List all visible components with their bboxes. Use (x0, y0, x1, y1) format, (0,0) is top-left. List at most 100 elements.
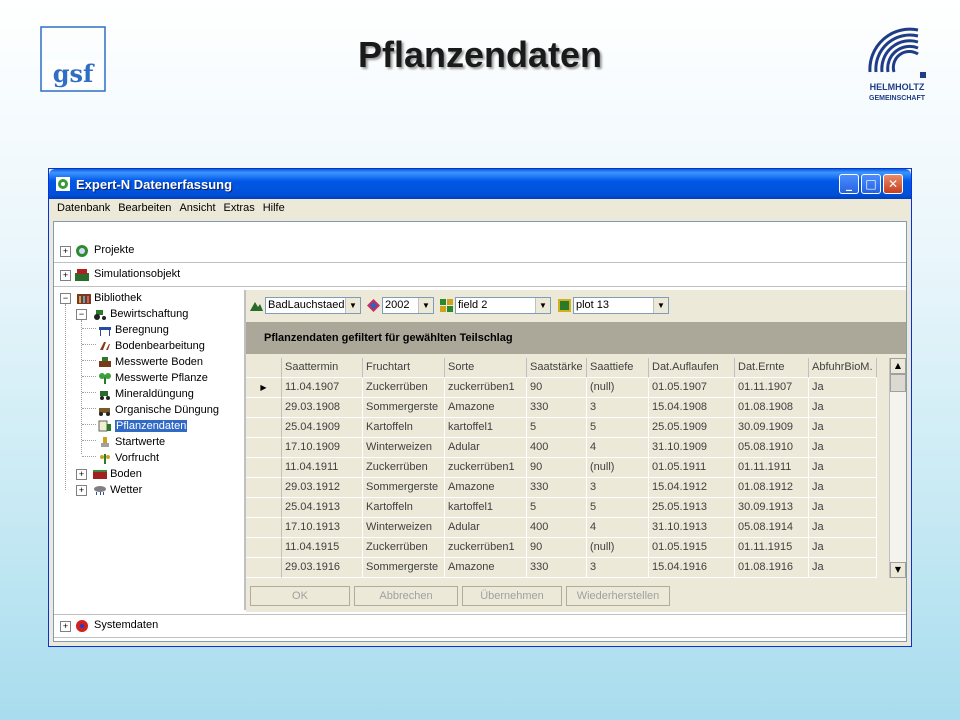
cell-fruchtart[interactable]: Sommergerste (363, 558, 445, 578)
cell-dat-ernte[interactable]: 05.08.1914 (735, 518, 809, 538)
menu-datenbank[interactable]: Datenbank (53, 199, 114, 214)
cell-saatstaerke[interactable]: 330 (527, 558, 587, 578)
menu-ansicht[interactable]: Ansicht (175, 199, 219, 214)
cell-fruchtart[interactable]: Kartoffeln (363, 418, 445, 438)
cell-abfuhr-biom[interactable]: Ja (809, 458, 877, 478)
tree-node-bodenbearbeitung[interactable]: Bodenbearbeitung (98, 338, 205, 354)
title-bar[interactable]: Expert-N Datenerfassung _ □ ✕ (49, 169, 911, 199)
collapse-icon[interactable]: − (76, 309, 87, 320)
cell-abfuhr-biom[interactable]: Ja (809, 498, 877, 518)
year-select[interactable]: 2002 ▼ (382, 297, 434, 314)
cell-sorte[interactable]: zuckerrüben1 (445, 378, 527, 398)
collapse-icon[interactable]: − (60, 293, 71, 304)
cell-abfuhr-biom[interactable]: Ja (809, 538, 877, 558)
cell-saattiefe[interactable]: 3 (587, 558, 649, 578)
tree-node-pflanzendaten[interactable]: Pflanzendaten (98, 418, 188, 434)
cell-saatstaerke[interactable]: 5 (527, 418, 587, 438)
cell-sorte[interactable]: Amazone (445, 398, 527, 418)
cell-sorte[interactable]: zuckerrüben1 (445, 538, 527, 558)
cell-dat-ernte[interactable]: 30.09.1913 (735, 498, 809, 518)
cell-fruchtart[interactable]: Zuckerrüben (363, 458, 445, 478)
cell-saattermin[interactable]: 29.03.1916 (282, 558, 363, 578)
wiederherstellen-button[interactable]: Wiederherstellen (566, 586, 670, 606)
chevron-down-icon[interactable]: ▼ (653, 298, 668, 313)
row-selector[interactable] (246, 478, 282, 498)
cell-abfuhr-biom[interactable]: Ja (809, 518, 877, 538)
cell-dat-ernte[interactable]: 01.08.1908 (735, 398, 809, 418)
tree-node-mineralduengung[interactable]: Mineraldüngung (98, 386, 194, 402)
cell-saattiefe[interactable]: (null) (587, 538, 649, 558)
chevron-down-icon[interactable]: ▼ (345, 298, 360, 313)
col-dat-auflaufen[interactable]: Dat.Auflaufen (649, 358, 735, 378)
tree-node-messwerte-boden[interactable]: Messwerte Boden (98, 354, 203, 370)
table-row[interactable]: 11.04.1911 Zuckerrüben zuckerrüben1 90 (null… (246, 458, 877, 478)
cell-fruchtart[interactable]: Zuckerrüben (363, 378, 445, 398)
cell-saattermin[interactable]: 11.04.1907 (282, 378, 363, 398)
tree-node-bewirtschaftung[interactable]: − Bewirtschaftung (70, 306, 188, 322)
tree-node-messwerte-pflanze[interactable]: Messwerte Pflanze (98, 370, 208, 386)
cell-saatstaerke[interactable]: 5 (527, 498, 587, 518)
menu-hilfe[interactable]: Hilfe (259, 199, 289, 214)
cell-dat-ernte[interactable]: 01.11.1911 (735, 458, 809, 478)
tree-node-beregnung[interactable]: Beregnung (98, 322, 169, 338)
table-row[interactable]: 17.10.1909 Winterweizen Adular 400 4 31.10.19… (246, 438, 877, 458)
cell-dat-auflaufen[interactable]: 01.05.1915 (649, 538, 735, 558)
cell-dat-auflaufen[interactable]: 25.05.1909 (649, 418, 735, 438)
cell-sorte[interactable]: kartoffel1 (445, 418, 527, 438)
menu-bearbeiten[interactable]: Bearbeiten (114, 199, 175, 214)
cell-dat-auflaufen[interactable]: 15.04.1912 (649, 478, 735, 498)
table-row[interactable]: ▶ 11.04.1907 Zuckerrüben zuckerrüben1 90 (nul… (246, 378, 877, 398)
minimize-button[interactable]: _ (839, 174, 859, 194)
expand-icon[interactable]: + (60, 621, 71, 632)
cell-dat-auflaufen[interactable]: 15.04.1916 (649, 558, 735, 578)
cell-sorte[interactable]: Adular (445, 438, 527, 458)
grid-scrollbar[interactable]: ▲ ▼ (889, 358, 906, 578)
group-systemdaten[interactable]: + Systemdaten (54, 614, 906, 638)
cell-saattermin[interactable]: 17.10.1909 (282, 438, 363, 458)
menu-extras[interactable]: Extras (220, 199, 259, 214)
cell-abfuhr-biom[interactable]: Ja (809, 398, 877, 418)
expand-icon[interactable]: + (60, 246, 71, 257)
table-row[interactable]: 25.04.1909 Kartoffeln kartoffel1 5 5 25.05.19… (246, 418, 877, 438)
tree-node-wetter[interactable]: + Wetter (70, 482, 142, 498)
tree-node-bibliothek[interactable]: − Bibliothek (54, 290, 142, 306)
col-dat-ernte[interactable]: Dat.Ernte (735, 358, 809, 378)
cell-saattermin[interactable]: 25.04.1913 (282, 498, 363, 518)
uebernehmen-button[interactable]: Übernehmen (462, 586, 562, 606)
cell-abfuhr-biom[interactable]: Ja (809, 478, 877, 498)
col-saattermin[interactable]: Saattermin (282, 358, 363, 378)
cell-saattiefe[interactable]: 4 (587, 438, 649, 458)
abbrechen-button[interactable]: Abbrechen (354, 586, 458, 606)
scroll-down-icon[interactable]: ▼ (890, 562, 906, 578)
cell-saatstaerke[interactable]: 400 (527, 518, 587, 538)
cell-saattermin[interactable]: 25.04.1909 (282, 418, 363, 438)
cell-dat-ernte[interactable]: 05.08.1910 (735, 438, 809, 458)
cell-fruchtart[interactable]: Kartoffeln (363, 498, 445, 518)
table-row[interactable]: 11.04.1915 Zuckerrüben zuckerrüben1 90 (null… (246, 538, 877, 558)
scroll-up-icon[interactable]: ▲ (890, 358, 906, 374)
cell-sorte[interactable]: kartoffel1 (445, 498, 527, 518)
cell-saattermin[interactable]: 29.03.1912 (282, 478, 363, 498)
cell-saatstaerke[interactable]: 90 (527, 458, 587, 478)
cell-dat-auflaufen[interactable]: 31.10.1909 (649, 438, 735, 458)
group-projekte[interactable]: + Projekte (54, 240, 906, 263)
row-selector[interactable] (246, 538, 282, 558)
cell-dat-auflaufen[interactable]: 01.05.1911 (649, 458, 735, 478)
close-button[interactable]: ✕ (883, 174, 903, 194)
cell-dat-ernte[interactable]: 30.09.1909 (735, 418, 809, 438)
cell-fruchtart[interactable]: Sommergerste (363, 478, 445, 498)
cell-dat-ernte[interactable]: 01.11.1907 (735, 378, 809, 398)
field-select[interactable]: field 2 ▼ (455, 297, 551, 314)
cell-saatstaerke[interactable]: 90 (527, 378, 587, 398)
cell-abfuhr-biom[interactable]: Ja (809, 378, 877, 398)
row-selector[interactable] (246, 438, 282, 458)
cell-saatstaerke[interactable]: 330 (527, 398, 587, 418)
cell-saattiefe[interactable]: 5 (587, 498, 649, 518)
tree-node-organische-duengung[interactable]: Organische Düngung (98, 402, 219, 418)
table-row[interactable]: 29.03.1908 Sommergerste Amazone 330 3 15.04.1… (246, 398, 877, 418)
cell-sorte[interactable]: Amazone (445, 478, 527, 498)
cell-saattiefe[interactable]: 3 (587, 398, 649, 418)
col-saatstaerke[interactable]: Saatstärke (527, 358, 587, 378)
cell-saattiefe[interactable]: 5 (587, 418, 649, 438)
cell-dat-auflaufen[interactable]: 15.04.1908 (649, 398, 735, 418)
